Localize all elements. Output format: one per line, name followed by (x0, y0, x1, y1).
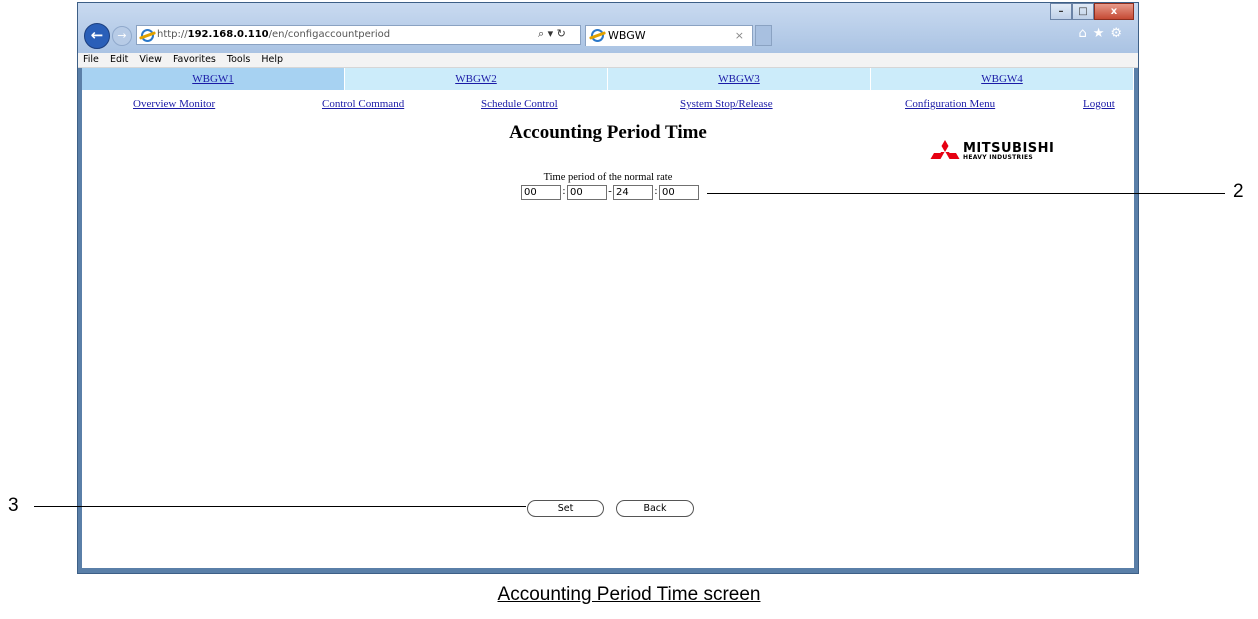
menu-tools[interactable]: Tools (227, 54, 250, 65)
url-host: 192.168.0.110 (187, 29, 269, 40)
menu-view[interactable]: View (139, 54, 162, 65)
ie-icon (141, 29, 154, 42)
logo-text-heavy-industries: HEAVY INDUSTRIES (963, 154, 1034, 161)
address-bar[interactable]: http://192.168.0.110/en/configaccountper… (136, 25, 581, 45)
url-prefix: http:// (157, 29, 188, 40)
url-path: /en/configaccountperiod (268, 29, 391, 40)
browser-tab[interactable]: WBGW × (585, 25, 753, 46)
overview-monitor-link[interactable]: Overview Monitor (133, 98, 215, 110)
back-icon[interactable]: ← (84, 23, 110, 49)
callout-line-3 (34, 506, 526, 507)
end-hour-input[interactable]: 24 (613, 185, 653, 200)
search-refresh-icon[interactable]: ⌕ ▾ ↻ (538, 25, 566, 43)
callout-line-2 (707, 193, 1225, 194)
configuration-menu-link[interactable]: Configuration Menu (905, 98, 995, 110)
minimize-button[interactable]: – (1050, 3, 1072, 20)
system-stop-release-link[interactable]: System Stop/Release (680, 98, 773, 110)
figure-caption: Accounting Period Time screen (497, 584, 761, 605)
schedule-control-link[interactable]: Schedule Control (481, 98, 558, 110)
time-period-inputs: 00:00-24:00 (521, 185, 699, 200)
page-content: WBGW1 WBGW2 WBGW3 WBGW4 Overview Monitor… (82, 68, 1134, 568)
menu-help[interactable]: Help (261, 54, 283, 65)
three-diamonds-icon (930, 140, 960, 159)
start-hour-input[interactable]: 00 (521, 185, 561, 200)
back-button[interactable]: Back (616, 500, 694, 517)
browser-window: ← → http://192.168.0.110/en/configaccoun… (77, 2, 1139, 574)
tab-wbgw2[interactable]: WBGW2 (345, 68, 608, 90)
logout-link[interactable]: Logout (1083, 98, 1115, 110)
tab-ie-icon (591, 29, 604, 42)
maximize-button[interactable]: □ (1072, 3, 1094, 20)
tab-close-icon[interactable]: × (735, 26, 744, 46)
tab-title: WBGW (608, 29, 646, 42)
start-minute-input[interactable]: 00 (567, 185, 607, 200)
home-favorites-settings-icons[interactable]: ⌂★⚙ (1078, 26, 1128, 41)
main-menu: Overview Monitor Control Command Schedul… (82, 98, 1134, 114)
tab-wbgw1[interactable]: WBGW1 (82, 68, 345, 90)
menu-edit[interactable]: Edit (110, 54, 128, 65)
callout-number-3: 3 (8, 495, 19, 516)
normal-rate-period-label: Time period of the normal rate (543, 172, 673, 183)
end-minute-input[interactable]: 00 (659, 185, 699, 200)
forward-icon[interactable]: → (112, 26, 132, 46)
menu-favorites[interactable]: Favorites (173, 54, 216, 65)
mitsubishi-logo: MITSUBISHI HEAVY INDUSTRIES (930, 140, 1065, 162)
menu-file[interactable]: File (83, 54, 99, 65)
browser-titlebar: ← → http://192.168.0.110/en/configaccoun… (78, 3, 1138, 53)
set-button[interactable]: Set (527, 500, 604, 517)
callout-number-2: 2 (1233, 181, 1244, 202)
tab-wbgw4[interactable]: WBGW4 (871, 68, 1134, 90)
gateway-tabs: WBGW1 WBGW2 WBGW3 WBGW4 (82, 68, 1134, 90)
window-controls: – □ x (1050, 3, 1134, 21)
new-tab-button[interactable] (755, 25, 772, 46)
close-window-button[interactable]: x (1094, 3, 1134, 20)
browser-menubar: File Edit View Favorites Tools Help (78, 53, 1138, 68)
tab-wbgw3[interactable]: WBGW3 (608, 68, 871, 90)
control-command-link[interactable]: Control Command (322, 98, 404, 110)
